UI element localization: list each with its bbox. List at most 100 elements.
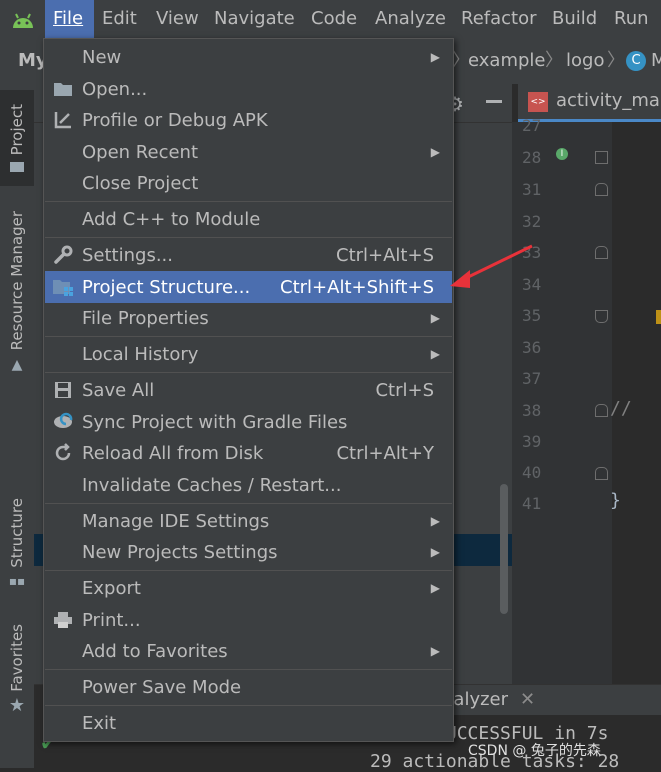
shapes-icon: ▲ — [11, 356, 23, 373]
breadcrumb-example[interactable]: example — [468, 38, 545, 84]
line-number: 28 — [522, 148, 542, 167]
class-icon: C — [626, 51, 646, 71]
menu-item-reload-disk[interactable]: Reload All from Disk Ctrl+Alt+Y — [45, 437, 452, 469]
menu-item-label: Open... — [82, 78, 148, 100]
menu-item-sync-gradle[interactable]: Sync Project with Gradle Files — [45, 406, 452, 438]
folder-icon — [10, 161, 24, 172]
line-number: 27 — [522, 116, 542, 135]
menu-item-label: Close Project — [82, 172, 199, 194]
breadcrumb-class[interactable]: M — [651, 38, 661, 84]
menu-separator — [45, 336, 452, 337]
menu-item-shortcut: Ctrl+Alt+Y — [336, 442, 434, 464]
menu-item-label: Sync Project with Gradle Files — [82, 411, 348, 433]
menu-file[interactable]: File — [45, 0, 94, 38]
tool-tab-resource-manager[interactable]: Resource Manager ▲ — [0, 202, 34, 382]
fold-icon[interactable] — [595, 404, 608, 417]
menu-item-project-structure[interactable]: Project Structure... Ctrl+Alt+Shift+S — [45, 271, 452, 303]
fold-icon[interactable] — [595, 183, 608, 196]
menu-item-open[interactable]: Open... — [45, 73, 452, 105]
menu-item-save-all[interactable]: Save All Ctrl+S — [45, 374, 452, 406]
fold-icon[interactable] — [595, 151, 608, 164]
submenu-arrow-icon: ▶ — [430, 545, 440, 559]
implementation-marker-icon[interactable]: I — [556, 148, 568, 160]
menu-item-manage-ide-settings[interactable]: Manage IDE Settings ▶ — [45, 505, 452, 537]
menu-navigate[interactable]: Navigate — [206, 0, 303, 38]
menu-item-label: Export — [82, 577, 141, 599]
menu-item-exit[interactable]: Exit — [45, 707, 452, 739]
tool-tab-project[interactable]: Project — [0, 90, 34, 186]
menu-item-label: Manage IDE Settings — [82, 510, 270, 532]
menu-code[interactable]: Code — [303, 0, 365, 38]
menu-item-label: Add C++ to Module — [82, 208, 261, 230]
menu-edit[interactable]: Edit — [94, 0, 145, 38]
menu-refactor[interactable]: Refactor — [453, 0, 545, 38]
menu-analyze[interactable]: Analyze — [367, 0, 454, 38]
menu-item-power-save[interactable]: Power Save Mode — [45, 671, 452, 703]
menu-item-label: New Projects Settings — [82, 541, 278, 563]
line-number: 38 — [522, 401, 542, 420]
menu-build[interactable]: Build — [544, 0, 605, 38]
tool-tab-resource-manager-label: Resource Manager — [8, 211, 26, 351]
menu-item-open-recent[interactable]: Open Recent ▶ — [45, 136, 452, 168]
profile-apk-icon — [51, 108, 75, 132]
menu-item-close-project[interactable]: Close Project — [45, 167, 452, 199]
fold-icon[interactable] — [595, 246, 608, 259]
menu-item-label: Power Save Mode — [82, 676, 242, 698]
menu-separator — [45, 237, 452, 238]
tool-tab-favorites[interactable]: Favorites ★ — [0, 620, 34, 720]
save-icon — [51, 378, 75, 402]
menu-item-label: Open Recent — [82, 141, 199, 163]
fold-icon[interactable] — [595, 310, 608, 323]
line-number: 32 — [522, 212, 542, 231]
line-number: 37 — [522, 369, 542, 388]
menu-item-invalidate-caches[interactable]: Invalidate Caches / Restart... — [45, 469, 452, 501]
tool-tab-favorites-label: Favorites — [8, 623, 26, 692]
submenu-arrow-icon: ▶ — [430, 311, 440, 325]
menu-item-label: File Properties — [82, 307, 209, 329]
breadcrumb-chevron-icon: 〉 — [607, 50, 625, 71]
menu-separator — [45, 669, 452, 670]
scrollbar-thumb[interactable] — [500, 484, 508, 614]
menu-item-label: Local History — [82, 343, 199, 365]
menu-item-label: New — [82, 46, 122, 68]
folder-icon — [51, 77, 75, 101]
menu-item-shortcut: Ctrl+S — [375, 379, 434, 401]
line-number: 41 — [522, 494, 542, 513]
tool-tab-structure-label: Structure — [8, 498, 26, 568]
submenu-arrow-icon: ▶ — [430, 644, 440, 658]
menu-run[interactable]: Run — [606, 0, 657, 38]
tool-tab-project-label: Project — [8, 104, 26, 156]
star-icon: ★ — [8, 695, 26, 717]
close-icon[interactable]: ✕ — [520, 689, 535, 710]
line-number: 35 — [522, 306, 542, 325]
menu-item-local-history[interactable]: Local History ▶ — [45, 338, 452, 370]
wrench-icon — [51, 243, 75, 267]
menu-separator — [45, 503, 452, 504]
menu-item-settings[interactable]: Settings... Ctrl+Alt+S — [45, 239, 452, 271]
breadcrumb-chevron-icon: 〉 — [545, 50, 563, 71]
menu-item-export[interactable]: Export ▶ — [45, 572, 452, 604]
breadcrumb-logo[interactable]: logo — [566, 38, 604, 84]
fold-icon[interactable] — [595, 467, 608, 480]
menu-view[interactable]: View — [148, 0, 207, 38]
structure-icon: ▪▪ — [8, 573, 26, 588]
code-comment: // — [610, 398, 632, 419]
android-logo-icon — [10, 8, 36, 30]
menu-item-add-cpp[interactable]: Add C++ to Module — [45, 203, 452, 235]
menu-separator — [45, 201, 452, 202]
menu-item-label: Exit — [82, 712, 117, 734]
menu-item-new[interactable]: New ▶ — [45, 41, 452, 73]
build-panel-tab[interactable]: nalyzer ✕ — [436, 685, 661, 715]
editor-tab-title: activity_main — [556, 90, 661, 111]
menu-item-profile-debug-apk[interactable]: Profile or Debug APK — [45, 104, 452, 136]
menu-item-label: Invalidate Caches / Restart... — [82, 474, 342, 496]
minimize-icon[interactable] — [486, 100, 502, 103]
tool-tab-structure[interactable]: Structure ▪▪ — [0, 490, 34, 596]
line-number: 36 — [522, 338, 542, 357]
menu-item-print[interactable]: Print... — [45, 604, 452, 636]
menu-item-add-favorites[interactable]: Add to Favorites ▶ — [45, 635, 452, 667]
menu-item-shortcut: Ctrl+Alt+S — [336, 244, 434, 266]
menu-item-label: Save All — [82, 379, 155, 401]
menu-item-new-projects-settings[interactable]: New Projects Settings ▶ — [45, 536, 452, 568]
menu-item-file-properties[interactable]: File Properties ▶ — [45, 302, 452, 334]
